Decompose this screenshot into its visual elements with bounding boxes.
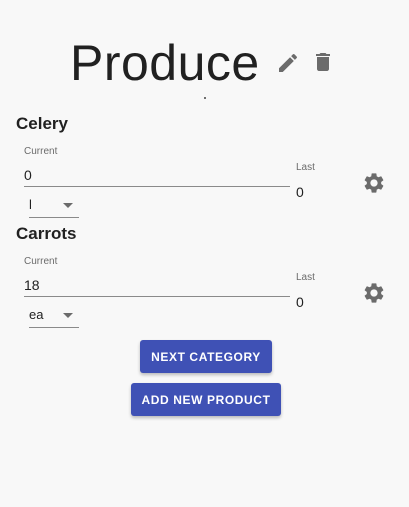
trash-icon[interactable]: [311, 50, 335, 74]
current-quantity-input[interactable]: [24, 164, 290, 187]
gear-icon[interactable]: [362, 171, 386, 195]
unit-select[interactable]: ea: [29, 305, 79, 328]
product-name: Carrots: [16, 224, 77, 243]
next-category-button[interactable]: NEXT CATEGORY: [140, 340, 272, 373]
unit-value: ea: [29, 307, 44, 322]
unit-select[interactable]: l: [29, 195, 79, 218]
gear-icon[interactable]: [362, 281, 386, 305]
current-label: Current: [24, 146, 58, 157]
pencil-icon[interactable]: [276, 51, 300, 75]
divider-dot: [204, 97, 206, 99]
last-label: Last: [296, 272, 315, 283]
last-quantity-value: 0: [296, 184, 304, 200]
page-title: Produce: [70, 35, 260, 91]
chevron-down-icon: [63, 313, 73, 318]
current-quantity-input[interactable]: [24, 274, 290, 297]
header: Produce: [0, 32, 409, 96]
add-new-product-button[interactable]: ADD NEW PRODUCT: [131, 383, 281, 416]
chevron-down-icon: [63, 203, 73, 208]
last-quantity-value: 0: [296, 294, 304, 310]
last-label: Last: [296, 162, 315, 173]
unit-value: l: [29, 197, 32, 212]
current-label: Current: [24, 256, 58, 267]
product-name: Celery: [16, 114, 68, 133]
